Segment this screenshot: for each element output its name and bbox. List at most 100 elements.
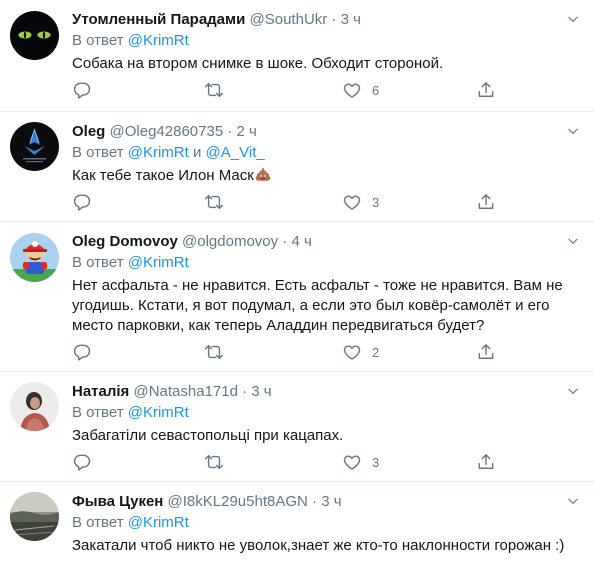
user-handle[interactable]: @SouthUkr	[250, 11, 328, 28]
share-icon	[476, 452, 496, 472]
user-handle[interactable]: @Natasha171d	[133, 383, 237, 400]
like-button[interactable]: 3	[342, 452, 379, 472]
tweet[interactable]: Oleg Domovoy @olgdomovoy · 4 ч В ответ @…	[0, 222, 594, 372]
retweet-button[interactable]	[204, 452, 224, 472]
reply-button[interactable]	[72, 192, 92, 212]
tweet-actions: 3	[72, 192, 512, 214]
user-name[interactable]: Наталія	[72, 383, 129, 400]
reply-to-line: В ответ @KrimRt и @A_Vit_	[72, 143, 580, 163]
like-button[interactable]: 3	[342, 192, 379, 212]
like-icon	[342, 452, 362, 472]
caret-down-icon[interactable]	[566, 494, 580, 508]
reply-to-line: В ответ @KrimRt	[72, 403, 580, 423]
like-count: 3	[372, 454, 380, 470]
like-count: 2	[372, 344, 380, 360]
timestamp[interactable]: 2 ч	[237, 123, 257, 140]
share-button[interactable]	[476, 80, 496, 100]
separator-dot: ·	[242, 383, 248, 400]
reply-to-label: В ответ	[72, 144, 124, 161]
retweet-icon	[204, 342, 224, 362]
timestamp[interactable]: 3 ч	[321, 493, 341, 510]
tweet-actions: 6	[72, 80, 512, 102]
separator-dot: ·	[282, 233, 288, 250]
like-button[interactable]: 2	[342, 342, 379, 362]
avatar[interactable]	[10, 492, 59, 541]
timestamp[interactable]: 3 ч	[251, 383, 271, 400]
separator-dot: ·	[227, 123, 233, 140]
user-name[interactable]: Oleg Domovoy	[72, 233, 178, 250]
tweet-header: Oleg Domovoy @olgdomovoy · 4 ч	[72, 232, 580, 252]
tweet[interactable]: Утомленный Парадами @SouthUkr · 3 ч В от…	[0, 0, 594, 112]
tweet-text-line: Закатали чтоб никто не уволок,знает же к…	[72, 537, 565, 554]
reply-button[interactable]	[72, 80, 92, 100]
tweet-text-line: угодишь. Кстати, я вот подумал, а если э…	[72, 297, 550, 314]
retweet-icon	[204, 80, 224, 100]
tweet-text-line: Нет асфальта - не нравится. Есть асфальт…	[72, 277, 563, 294]
mention-link[interactable]: @KrimRt	[128, 32, 189, 49]
tweet-text-line: место парковки, как теперь Аладдин перед…	[72, 317, 485, 334]
caret-down-icon[interactable]	[566, 234, 580, 248]
retweet-button[interactable]	[204, 80, 224, 100]
reply-to-label: В ответ	[72, 514, 124, 531]
user-name[interactable]: Фыва Цукен	[72, 493, 163, 510]
tweet-text: Забагатіли севастопольці при кацапах.	[72, 426, 580, 446]
mention-link[interactable]: @KrimRt	[128, 514, 189, 531]
reply-icon	[72, 80, 92, 100]
retweet-icon	[204, 452, 224, 472]
like-count: 3	[372, 194, 380, 210]
tweet-text: Закатали чтоб никто не уволок,знает же к…	[72, 536, 580, 556]
tweet-text: Как тебе такое Илон Маск	[72, 166, 580, 186]
tweet-text: Нет асфальта - не нравится. Есть асфальт…	[72, 276, 580, 336]
tweet-header: Наталія @Natasha171d · 3 ч	[72, 382, 580, 402]
avatar[interactable]	[10, 382, 59, 431]
reply-icon	[72, 192, 92, 212]
share-button[interactable]	[476, 452, 496, 472]
share-button[interactable]	[476, 342, 496, 362]
like-count: 6	[372, 82, 380, 98]
reply-to-label: В ответ	[72, 404, 124, 421]
reply-button[interactable]	[72, 342, 92, 362]
avatar[interactable]	[10, 233, 59, 282]
reply-to-line: В ответ @KrimRt	[72, 513, 580, 533]
caret-down-icon[interactable]	[566, 384, 580, 398]
tweet-actions: 2	[72, 342, 512, 364]
like-icon	[342, 192, 362, 212]
reply-to-label: В ответ	[72, 254, 124, 271]
user-name[interactable]: Утомленный Парадами	[72, 11, 245, 28]
retweet-button[interactable]	[204, 192, 224, 212]
tweet-header: Фыва Цукен @I8kKL29u5ht8AGN · 3 ч	[72, 492, 580, 512]
tweet-text: Собака на втором снимке в шоке. Обходит …	[72, 54, 580, 74]
mention-link[interactable]: @KrimRt	[128, 254, 189, 271]
separator-dot: ·	[312, 493, 318, 510]
share-icon	[476, 342, 496, 362]
timestamp[interactable]: 4 ч	[291, 233, 311, 250]
tweet[interactable]: Фыва Цукен @I8kKL29u5ht8AGN · 3 ч В отве…	[0, 482, 594, 561]
avatar[interactable]	[10, 122, 59, 171]
retweet-button[interactable]	[204, 342, 224, 362]
user-handle[interactable]: @Oleg42860735	[110, 123, 224, 140]
like-button[interactable]: 6	[342, 80, 379, 100]
user-name[interactable]: Oleg	[72, 123, 105, 140]
reply-conjunction: и	[192, 144, 202, 161]
timestamp[interactable]: 3 ч	[341, 11, 361, 28]
tweet[interactable]: Наталія @Natasha171d · 3 ч В ответ @Krim…	[0, 372, 594, 482]
avatar[interactable]	[10, 11, 59, 60]
retweet-icon	[204, 192, 224, 212]
tweet[interactable]: Oleg @Oleg42860735 · 2 ч В ответ @KrimRt…	[0, 112, 594, 222]
reply-to-line: В ответ @KrimRt	[72, 31, 580, 51]
share-button[interactable]	[476, 192, 496, 212]
user-handle[interactable]: @olgdomovoy	[182, 233, 278, 250]
user-handle[interactable]: @I8kKL29u5ht8AGN	[168, 493, 308, 510]
mention-link[interactable]: @KrimRt	[128, 404, 189, 421]
share-icon	[476, 80, 496, 100]
mention-link[interactable]: @A_Vit_	[206, 144, 265, 161]
caret-down-icon[interactable]	[566, 124, 580, 138]
like-icon	[342, 342, 362, 362]
separator-dot: ·	[331, 11, 337, 28]
mention-link[interactable]: @KrimRt	[128, 144, 189, 161]
caret-down-icon[interactable]	[566, 12, 580, 26]
tweet-text-line: Как тебе такое Илон Маск	[72, 167, 254, 184]
reply-button[interactable]	[72, 452, 92, 472]
share-icon	[476, 192, 496, 212]
tweet-text-line: Забагатіли севастопольці при кацапах.	[72, 427, 344, 444]
